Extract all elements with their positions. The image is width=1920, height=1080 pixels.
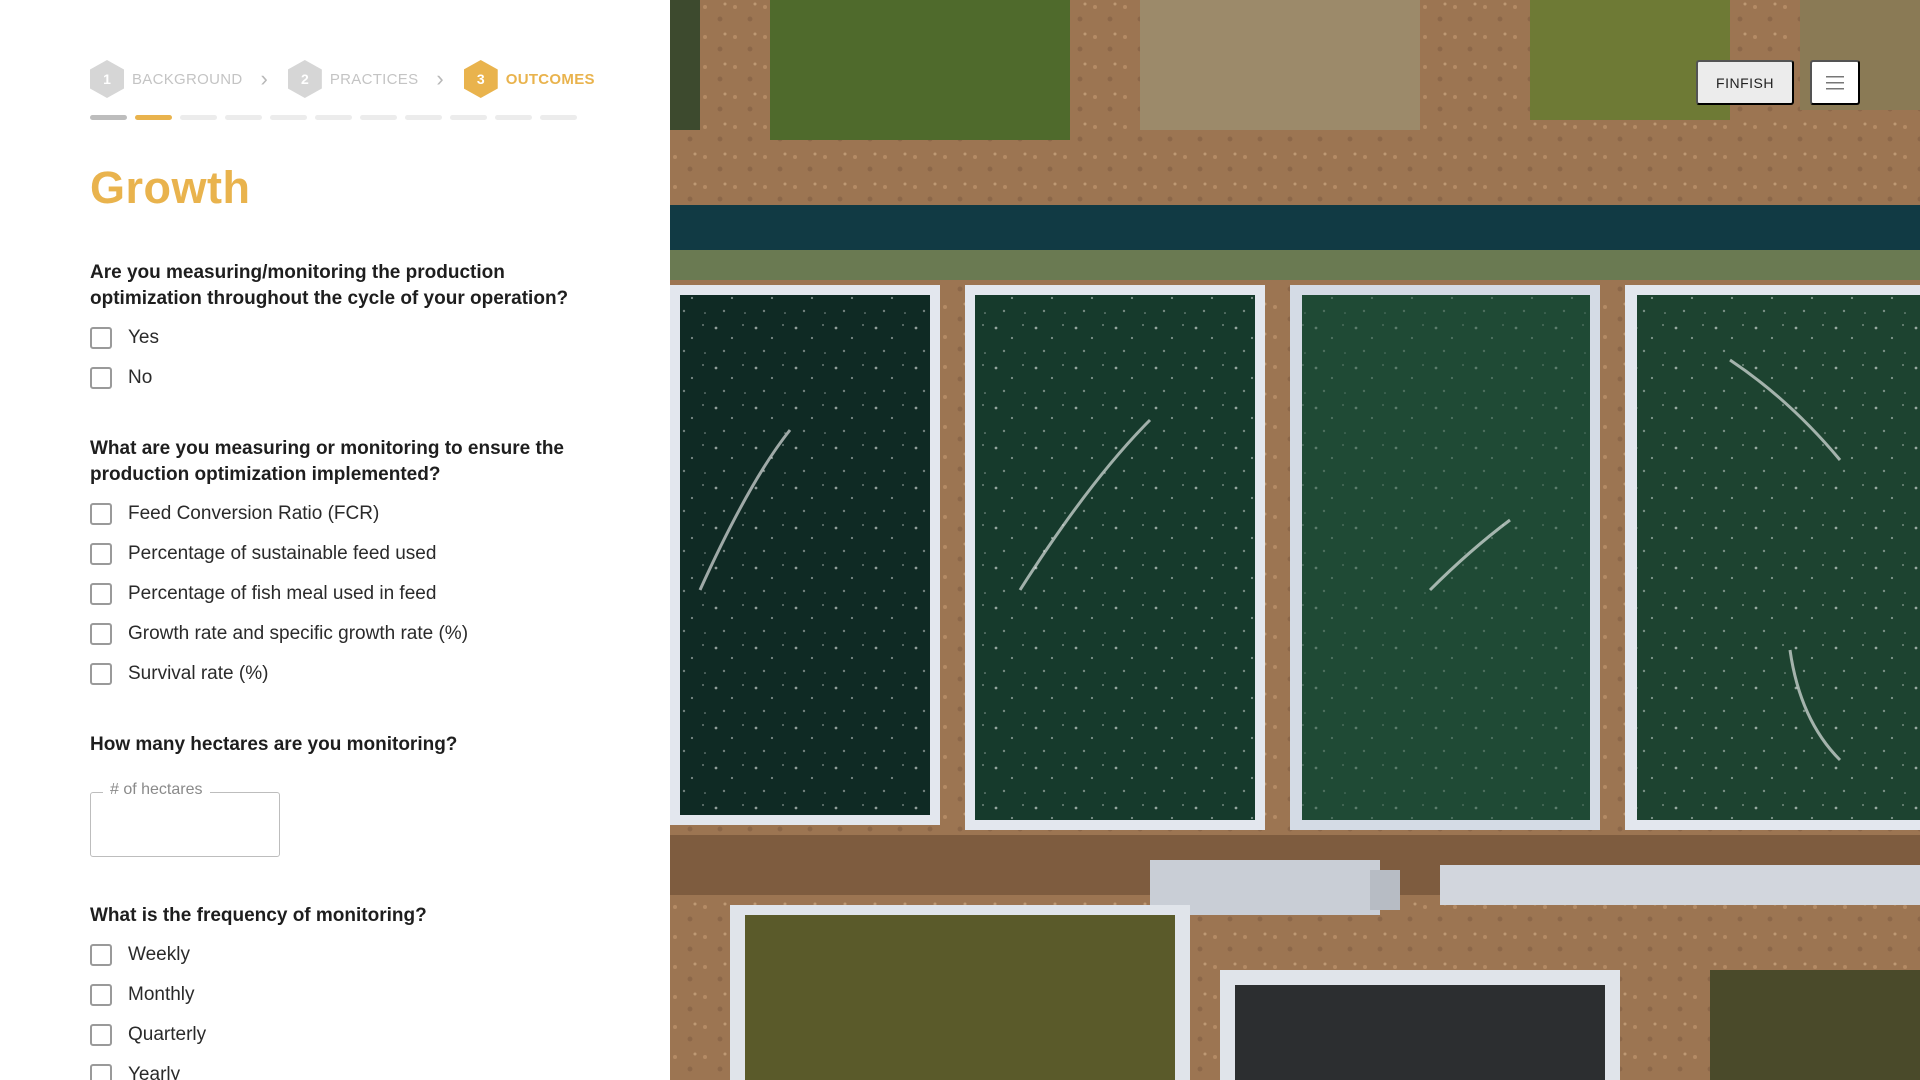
stepper: 1 BACKGROUND › 2 PRACTICES › 3 OUTCOMES: [90, 60, 595, 98]
checkbox[interactable]: [90, 367, 112, 389]
form-panel: 1 BACKGROUND › 2 PRACTICES › 3 OUTCOMES …: [0, 0, 670, 1080]
question-production-monitoring: Are you measuring/monitoring the product…: [90, 262, 569, 309]
option-label: Monthly: [128, 984, 195, 1005]
progress-segment: [495, 115, 532, 120]
menu-button[interactable]: [1810, 60, 1860, 105]
checkbox[interactable]: [90, 663, 112, 685]
option-label: Feed Conversion Ratio (FCR): [128, 503, 380, 524]
progress-segment: [135, 115, 172, 120]
option-monthly[interactable]: Monthly: [90, 984, 195, 1006]
option-fish-meal[interactable]: Percentage of fish meal used in feed: [90, 583, 436, 605]
step-label: OUTCOMES: [505, 70, 595, 88]
step-practices[interactable]: 2 PRACTICES: [287, 60, 419, 98]
option-quarterly[interactable]: Quarterly: [90, 1024, 206, 1046]
progress-segment: [540, 115, 577, 120]
progress-segment: [315, 115, 352, 120]
checkbox[interactable]: [90, 623, 112, 645]
option-no[interactable]: No: [90, 367, 152, 389]
chevron-right-icon: ›: [436, 66, 444, 91]
step-background[interactable]: 1 BACKGROUND: [90, 60, 243, 98]
progress-segment: [90, 115, 127, 120]
checkbox[interactable]: [90, 984, 112, 1006]
checkbox[interactable]: [90, 1064, 112, 1080]
hamburger-menu-icon: [1826, 75, 1844, 89]
progress-segment: [405, 115, 442, 120]
step-outcomes[interactable]: 3 OUTCOMES: [463, 60, 595, 98]
hectares-field-label: # of hectares: [103, 781, 210, 799]
progress-segment: [180, 115, 217, 120]
progress-segment: [270, 115, 307, 120]
aquaculture-ponds-illustration: [670, 0, 1920, 1080]
progress-segments: [90, 115, 577, 120]
step-number-hexagon: 2: [287, 60, 322, 98]
hectares-input[interactable]: # of hectares: [90, 781, 280, 857]
question-measuring-what: What are you measuring or monitoring to …: [90, 438, 564, 485]
option-label: Survival rate (%): [128, 663, 269, 684]
option-label: Percentage of fish meal used in feed: [128, 583, 437, 604]
checkbox[interactable]: [90, 583, 112, 605]
option-fcr[interactable]: Feed Conversion Ratio (FCR): [90, 503, 379, 525]
checkbox[interactable]: [90, 1024, 112, 1046]
progress-segment: [360, 115, 397, 120]
option-label: Percentage of sustainable feed used: [128, 543, 437, 564]
step-number-hexagon: 3: [463, 60, 498, 98]
aerial-pond-image: [670, 0, 1920, 1080]
option-label: Weekly: [128, 944, 190, 965]
question-frequency: What is the frequency of monitoring?: [90, 905, 427, 926]
option-yes[interactable]: Yes: [90, 327, 159, 349]
option-yearly[interactable]: Yearly: [90, 1064, 180, 1080]
page-title: Growth: [90, 162, 251, 213]
checkbox[interactable]: [90, 543, 112, 565]
question-hectares: How many hectares are you monitoring?: [90, 734, 458, 755]
option-weekly[interactable]: Weekly: [90, 944, 190, 966]
step-label: PRACTICES: [329, 70, 419, 88]
option-survival-rate[interactable]: Survival rate (%): [90, 663, 268, 685]
option-growth-rate[interactable]: Growth rate and specific growth rate (%): [90, 623, 468, 645]
option-label: No: [128, 367, 153, 388]
option-sustainable-feed[interactable]: Percentage of sustainable feed used: [90, 543, 436, 565]
option-label: Yearly: [128, 1064, 181, 1080]
step-label: BACKGROUND: [132, 70, 243, 88]
chevron-right-icon: ›: [260, 66, 268, 91]
option-label: Growth rate and specific growth rate (%): [128, 623, 469, 644]
finfish-button[interactable]: FINFISH: [1696, 60, 1794, 105]
progress-segment: [225, 115, 262, 120]
checkbox[interactable]: [90, 944, 112, 966]
checkbox[interactable]: [90, 327, 112, 349]
progress-segment: [450, 115, 487, 120]
step-number-hexagon: 1: [90, 60, 124, 98]
option-label: Quarterly: [128, 1024, 207, 1045]
option-label: Yes: [128, 327, 159, 348]
checkbox[interactable]: [90, 503, 112, 525]
